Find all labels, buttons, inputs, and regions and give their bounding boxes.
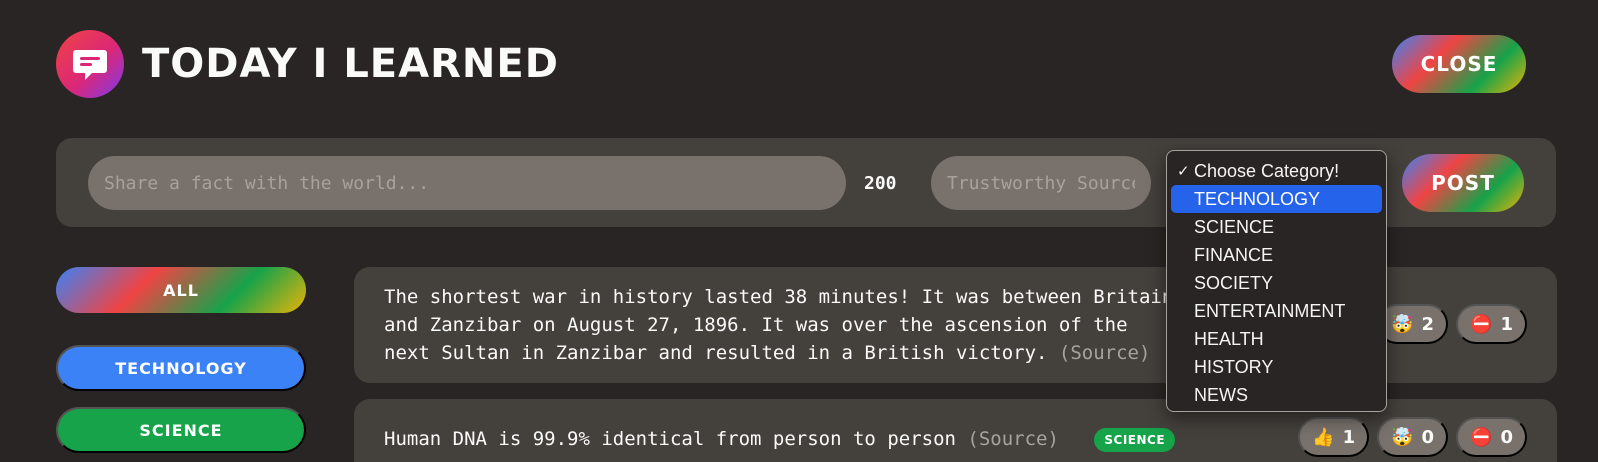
close-button[interactable]: CLOSE bbox=[1392, 35, 1526, 93]
mind-blown-icon: 🤯 bbox=[1391, 426, 1414, 448]
vote-mindblowing-button[interactable]: 🤯 2 bbox=[1377, 304, 1449, 344]
category-dropdown[interactable]: ✓ Choose Category! TECHNOLOGY SCIENCE FI… bbox=[1166, 150, 1387, 412]
app-title: TODAY I LEARNED bbox=[142, 41, 559, 87]
header: TODAY I LEARNED CLOSE bbox=[56, 30, 1526, 98]
checkmark-icon: ✓ bbox=[1177, 163, 1190, 180]
option-label: TECHNOLOGY bbox=[1194, 188, 1321, 209]
option-label: HEALTH bbox=[1194, 328, 1264, 349]
category-option-entertainment[interactable]: ENTERTAINMENT bbox=[1171, 297, 1382, 325]
char-count: 200 bbox=[864, 172, 897, 194]
fact-input-placeholder: Share a fact with the world... bbox=[104, 172, 430, 194]
no-entry-icon: ⛔ bbox=[1470, 313, 1493, 335]
thumbs-up-icon: 👍 bbox=[1312, 426, 1335, 448]
vote-count: 2 bbox=[1421, 313, 1435, 335]
category-option-choose[interactable]: ✓ Choose Category! bbox=[1171, 157, 1382, 185]
option-label: Choose Category! bbox=[1194, 160, 1340, 181]
post-button[interactable]: POST bbox=[1402, 154, 1524, 212]
option-label: SCIENCE bbox=[1194, 216, 1275, 237]
vote-interesting-button[interactable]: 👍 1 bbox=[1298, 417, 1370, 457]
category-option-technology[interactable]: TECHNOLOGY bbox=[1171, 185, 1382, 213]
vote-false-button[interactable]: ⛔ 0 bbox=[1456, 417, 1527, 457]
category-option-society[interactable]: SOCIETY bbox=[1171, 269, 1382, 297]
option-label: NEWS bbox=[1194, 384, 1248, 405]
chat-bubble-icon bbox=[73, 50, 107, 80]
source-link[interactable]: (Source) bbox=[967, 428, 1059, 450]
vote-mindblowing-button[interactable]: 🤯 0 bbox=[1377, 417, 1449, 457]
category-option-finance[interactable]: FINANCE bbox=[1171, 241, 1382, 269]
fact-text: Human DNA is 99.9% identical from person… bbox=[384, 425, 1176, 453]
sidebar-item-science[interactable]: SCIENCE bbox=[56, 407, 306, 453]
category-tag: SCIENCE bbox=[1094, 427, 1176, 452]
option-label: FINANCE bbox=[1194, 244, 1274, 265]
vote-count: 0 bbox=[1421, 426, 1435, 448]
category-option-news[interactable]: NEWS bbox=[1171, 381, 1382, 409]
fact-body: Human DNA is 99.9% identical from person… bbox=[384, 428, 956, 450]
source-input-placeholder: Trustworthy Source bbox=[947, 172, 1135, 194]
vote-buttons: 👍 1 🤯 0 ⛔ 0 bbox=[1298, 417, 1527, 457]
sidebar-item-technology[interactable]: TECHNOLOGY bbox=[56, 345, 306, 391]
vote-count: 1 bbox=[1500, 313, 1513, 335]
vote-count: 0 bbox=[1500, 426, 1513, 448]
source-link[interactable]: (Source) bbox=[1059, 342, 1151, 364]
source-input[interactable]: Trustworthy Source bbox=[931, 156, 1151, 210]
no-entry-icon: ⛔ bbox=[1470, 426, 1493, 448]
sidebar-item-all[interactable]: ALL bbox=[56, 267, 306, 313]
fact-body: The shortest war in history lasted 38 mi… bbox=[384, 286, 1174, 364]
vote-false-button[interactable]: ⛔ 1 bbox=[1456, 304, 1527, 344]
option-label: ENTERTAINMENT bbox=[1194, 300, 1346, 321]
category-option-health[interactable]: HEALTH bbox=[1171, 325, 1382, 353]
fact-input[interactable]: Share a fact with the world... bbox=[88, 156, 846, 210]
fact-text: The shortest war in history lasted 38 mi… bbox=[384, 283, 1174, 367]
category-option-science[interactable]: SCIENCE bbox=[1171, 213, 1382, 241]
vote-count: 1 bbox=[1342, 426, 1356, 448]
option-label: HISTORY bbox=[1194, 356, 1274, 377]
logo bbox=[56, 30, 124, 98]
category-option-history[interactable]: HISTORY bbox=[1171, 353, 1382, 381]
mind-blown-icon: 🤯 bbox=[1391, 313, 1414, 335]
option-label: SOCIETY bbox=[1194, 272, 1274, 293]
